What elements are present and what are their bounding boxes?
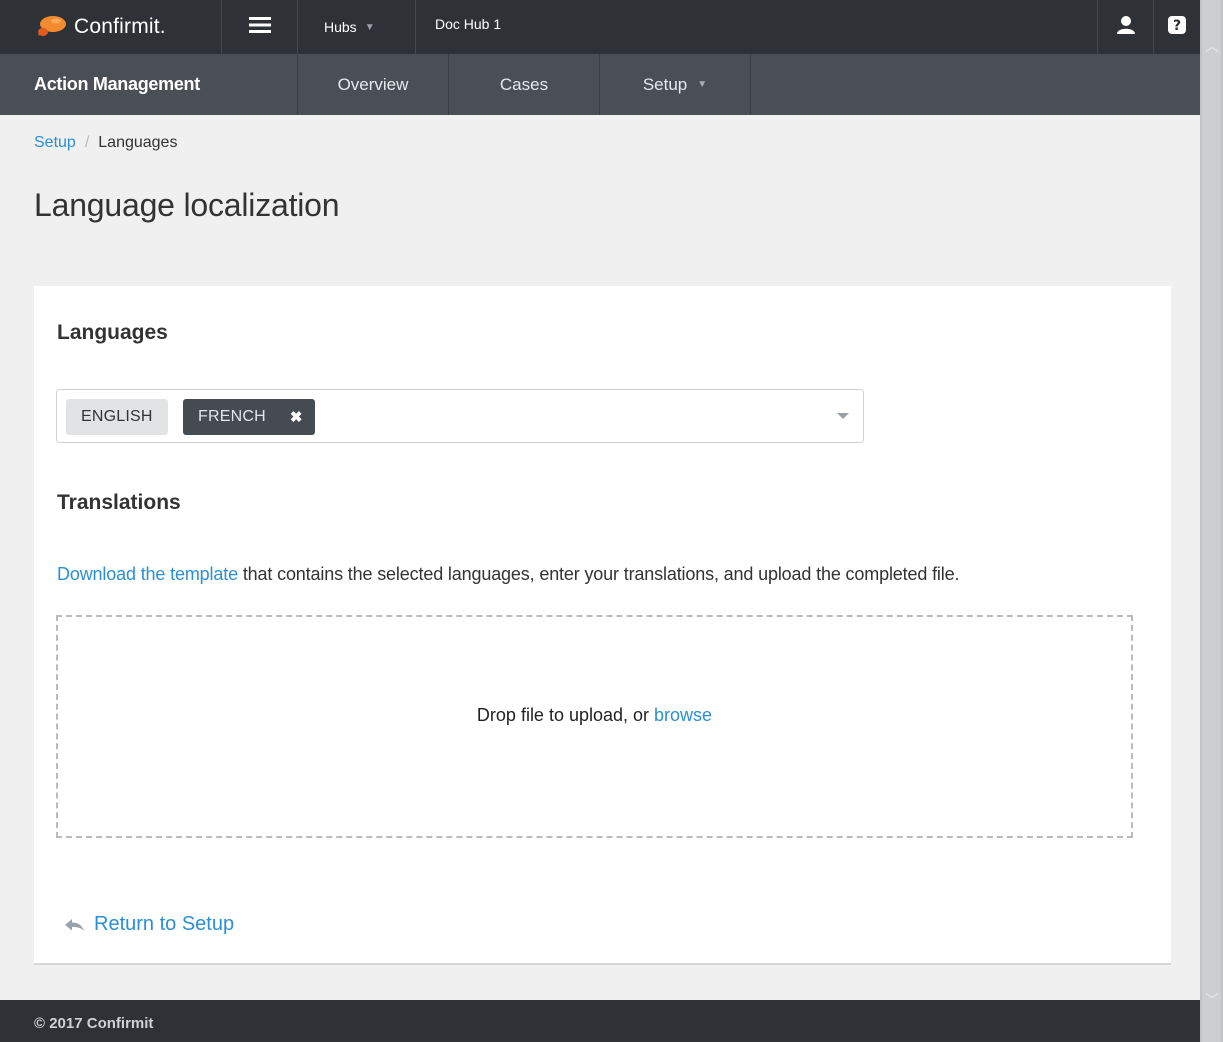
description-text: that contains the selected languages, en… — [237, 564, 960, 584]
scroll-up-icon[interactable]: ︿ — [1204, 36, 1220, 54]
nav-cases[interactable]: Cases — [449, 54, 600, 115]
help-icon: ? — [1167, 15, 1187, 40]
language-chip-french: FRENCH ✖ — [183, 399, 315, 435]
nav-overview-label: Overview — [337, 74, 409, 94]
breadcrumb-setup-link[interactable]: Setup — [34, 134, 76, 151]
breadcrumb-current: Languages — [98, 134, 178, 151]
menu-button[interactable] — [222, 0, 298, 54]
footer: © 2017 Confirmit — [0, 1000, 1200, 1042]
hubs-dropdown[interactable]: Hubs ▼ — [298, 0, 416, 54]
translations-heading: Translations — [57, 491, 181, 514]
current-hub: Doc Hub 1 — [435, 16, 502, 32]
localization-card: Languages ENGLISH FRENCH ✖ Translations … — [34, 286, 1171, 965]
browse-link[interactable]: browse — [654, 705, 712, 725]
help-button[interactable]: ? — [1153, 0, 1200, 54]
languages-select[interactable]: ENGLISH FRENCH ✖ — [56, 389, 864, 443]
brand[interactable]: Confirmit. — [0, 0, 222, 54]
translations-description: Download the template that contains the … — [57, 564, 960, 585]
breadcrumb-separator: / — [84, 134, 90, 151]
reply-arrow-icon — [64, 917, 86, 933]
confirmit-logo — [34, 14, 68, 40]
user-icon — [1116, 15, 1136, 40]
return-to-setup-link[interactable]: Return to Setup — [64, 913, 234, 936]
dropzone-label: Drop file to upload, or — [476, 705, 655, 725]
chevron-down-icon: ▼ — [697, 79, 708, 90]
file-dropzone[interactable]: Drop file to upload, or browse — [56, 615, 1133, 838]
menu-icon — [248, 16, 271, 39]
language-chip-english: ENGLISH — [66, 399, 168, 435]
module-title[interactable]: Action Management — [0, 54, 298, 115]
page-title: Language localization — [34, 187, 340, 223]
page-scrollbar[interactable]: ︿ ﹀ — [1200, 0, 1223, 1042]
return-to-setup-label: Return to Setup — [94, 913, 235, 935]
top-bar: Confirmit. Hubs ▼ Doc Hub 1 ? — [0, 0, 1200, 54]
chevron-down-icon[interactable] — [837, 413, 849, 419]
breadcrumb: Setup / Languages — [34, 134, 177, 152]
download-template-link[interactable]: Download the template — [57, 564, 238, 584]
scrollbar-thumb[interactable] — [1202, 0, 1221, 1042]
close-icon[interactable]: ✖ — [290, 408, 303, 426]
dropzone-text: Drop file to upload, or browse — [477, 705, 712, 726]
language-chip-label: ENGLISH — [81, 408, 153, 425]
hubs-label: Hubs — [324, 19, 357, 35]
nav-setup-label: Setup — [642, 74, 688, 94]
scroll-down-icon[interactable]: ﹀ — [1204, 990, 1220, 1008]
nav-cases-label: Cases — [499, 74, 549, 94]
nav-setup[interactable]: Setup ▼ — [600, 54, 751, 115]
chevron-down-icon: ▼ — [364, 21, 375, 33]
user-button[interactable] — [1097, 0, 1153, 54]
module-nav: Action Management Overview Cases Setup ▼ — [0, 54, 1200, 115]
svg-text:?: ? — [1173, 18, 1181, 34]
language-chip-label: FRENCH — [198, 408, 266, 425]
brand-name: Confirmit. — [74, 15, 166, 38]
nav-overview[interactable]: Overview — [298, 54, 449, 115]
languages-heading: Languages — [57, 321, 168, 344]
